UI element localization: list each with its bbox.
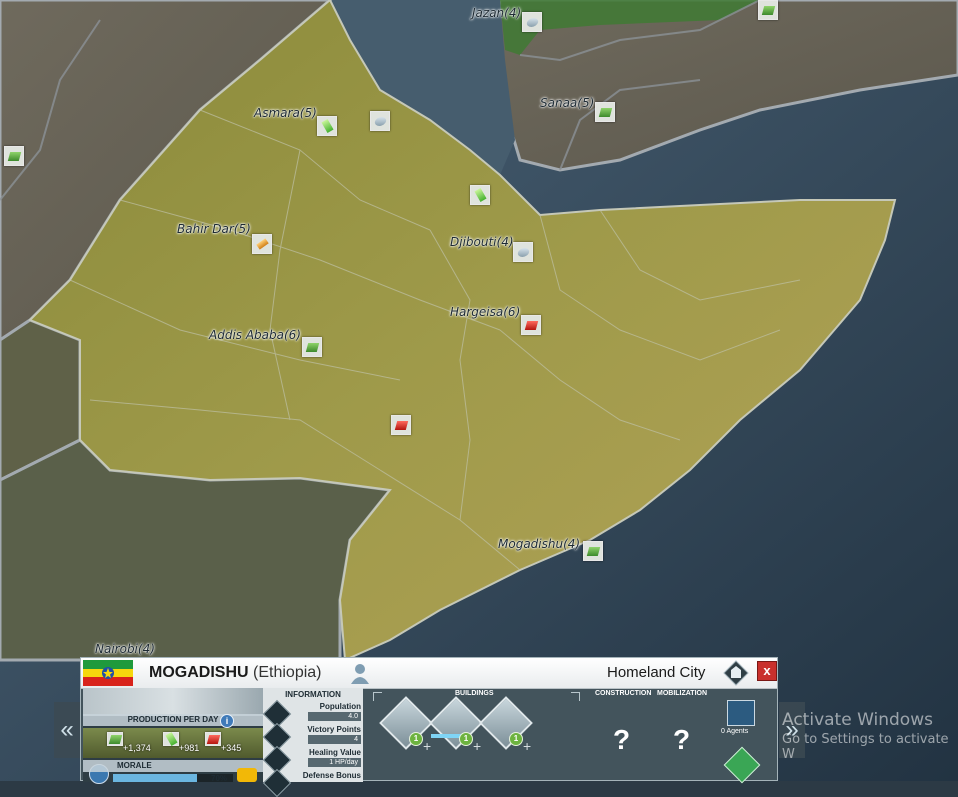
construction-label: CONSTRUCTION (595, 690, 652, 697)
previous-city-button[interactable]: « (54, 702, 80, 758)
watermark-line1: Activate Windows (782, 710, 933, 730)
morale-value: 70% (211, 774, 228, 783)
info-row-defense-bonus: Defense Bonus (262, 768, 363, 797)
supplies-resource-icon[interactable] (758, 0, 778, 20)
supplies-resource-icon[interactable] (302, 337, 322, 357)
supplies-icon (107, 732, 123, 746)
upgrade-plus-icon[interactable]: + (423, 738, 431, 754)
info-value: 4 (308, 735, 361, 744)
info-row-population: Population 4.0 (262, 699, 363, 729)
fuel-production-value: +345 (221, 743, 242, 753)
components-production-value: +981 (179, 743, 200, 753)
mobilization-label: MOBILIZATION (657, 690, 708, 697)
supplies-production-value: +1,374 (123, 743, 151, 753)
info-icon[interactable]: i (220, 714, 234, 728)
agents-icon[interactable] (727, 700, 755, 726)
mobilization-slot[interactable]: ? (673, 724, 690, 756)
upgrade-plus-icon[interactable]: + (473, 738, 481, 754)
production-row: +1,374 +981 +345 (83, 728, 263, 758)
panel-header: MOGADISHU (Ethiopia) Homeland City x (81, 658, 777, 689)
smiley-icon (237, 768, 257, 782)
defense-shield-icon (262, 768, 292, 797)
city-label-jazan[interactable]: Jazan(4) (472, 6, 521, 20)
fuel-resource-icon[interactable] (391, 415, 411, 435)
homeland-city-icon (723, 660, 749, 686)
info-row-healing-value: Healing Value 1 HP/day (262, 745, 363, 775)
info-label: Victory Points (307, 725, 361, 734)
info-row-victory-points: Victory Points 4 (262, 722, 363, 752)
information-section: INFORMATION Population 4.0 Victory Point… (262, 688, 363, 797)
steel-resource-icon[interactable] (522, 12, 542, 32)
information-label: INFORMATION (285, 690, 341, 699)
ethiopia-flag-icon (83, 660, 133, 686)
bracket-corner (373, 692, 382, 701)
info-value: 1 HP/day (308, 758, 361, 767)
city-label-asmara[interactable]: Asmara(5) (254, 106, 317, 120)
city-skyline-image (83, 688, 263, 716)
steel-resource-icon[interactable] (513, 242, 533, 262)
steel-resource-icon[interactable] (370, 111, 390, 131)
bracket-corner (571, 692, 580, 701)
agents-count-label: 0 Agents (721, 728, 749, 735)
fuel-icon (205, 732, 221, 746)
production-label: PRODUCTION PER DAY (83, 714, 263, 726)
construction-slot[interactable]: ? (613, 724, 630, 756)
mobilize-button[interactable] (723, 746, 761, 784)
watermark-line2: Go to Settings to activate W (782, 732, 949, 762)
city-country: (Ethiopia) (253, 664, 322, 681)
supplies-resource-icon[interactable] (595, 102, 615, 122)
ammunition-resource-icon[interactable] (252, 234, 272, 254)
info-label: Defense Bonus (302, 771, 361, 780)
building-level-badge: 1 (509, 732, 523, 746)
person-icon[interactable] (349, 662, 371, 684)
components-resource-icon[interactable] (317, 116, 337, 136)
upgrade-plus-icon[interactable]: + (523, 738, 531, 754)
production-section: PRODUCTION PER DAY i +1,374 +981 +345 MO… (83, 688, 263, 784)
close-button[interactable]: x (757, 661, 777, 681)
fuel-resource-icon[interactable] (521, 315, 541, 335)
city-name: MOGADISHU (149, 664, 249, 681)
components-resource-icon[interactable] (470, 185, 490, 205)
windows-activation-watermark: Activate Windows Go to Settings to activ… (782, 710, 958, 762)
city-label-addis-ababa[interactable]: Addis Ababa(6) (209, 328, 301, 342)
city-label-nairobi[interactable]: Nairobi(4) (95, 642, 155, 656)
buildings-label: BUILDINGS (455, 690, 494, 697)
morale-label: MORALE (83, 760, 263, 772)
city-label-mogadishu[interactable]: Mogadishu(4) (498, 537, 580, 551)
components-icon (163, 732, 179, 746)
buildings-section: BUILDINGS 1 + 1 + 1 + (365, 688, 585, 782)
building-level-badge: 1 (409, 732, 423, 746)
info-label: Healing Value (308, 748, 361, 757)
building-level-badge: 1 (459, 732, 473, 746)
city-type-label: Homeland City (607, 664, 706, 681)
supplies-resource-icon[interactable] (583, 541, 603, 561)
info-value: 4.0 (308, 712, 361, 721)
city-title: MOGADISHU (Ethiopia) (149, 664, 322, 682)
supplies-resource-icon[interactable] (4, 146, 24, 166)
construction-progress-bar (431, 734, 461, 738)
city-label-djibouti[interactable]: Djibouti(4) (450, 235, 514, 249)
city-label-bahir-dar[interactable]: Bahir Dar(5) (177, 222, 251, 236)
city-label-sanaa[interactable]: Sanaa(5) (540, 96, 594, 110)
info-label: Population (319, 702, 361, 711)
city-info-panel: MOGADISHU (Ethiopia) Homeland City x PRO… (80, 657, 778, 797)
city-label-hargeisa[interactable]: Hargeisa(6) (450, 305, 520, 319)
